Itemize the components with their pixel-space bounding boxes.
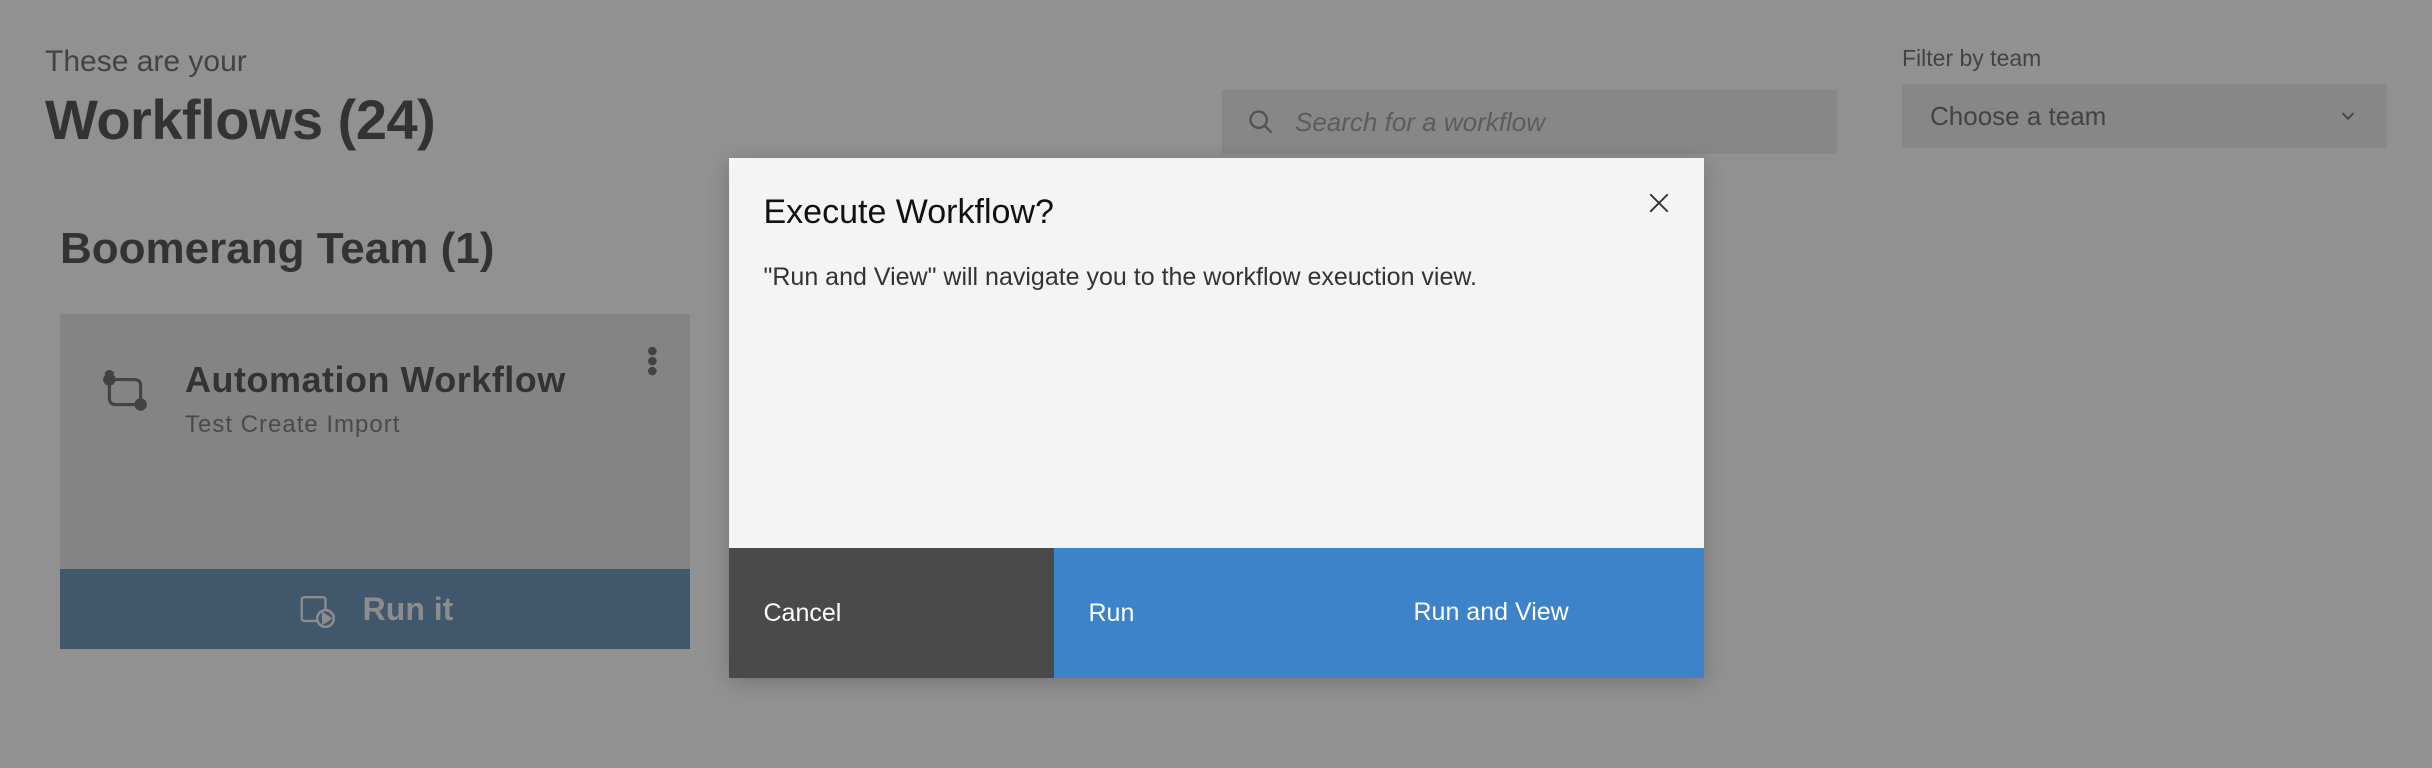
execute-workflow-modal: Execute Workflow? "Run and View" will na… [729,158,1704,678]
modal-description: "Run and View" will navigate you to the … [764,260,1669,295]
modal-footer: Cancel Run Run and View [729,548,1704,678]
modal-body: Execute Workflow? "Run and View" will na… [729,158,1704,548]
cancel-button[interactable]: Cancel [729,548,1054,678]
run-button[interactable]: Run [1054,548,1379,678]
close-icon[interactable] [1644,188,1674,218]
modal-title: Execute Workflow? [764,193,1669,232]
modal-overlay[interactable]: Execute Workflow? "Run and View" will na… [0,0,2432,768]
run-and-view-button[interactable]: Run and View [1379,548,1704,678]
